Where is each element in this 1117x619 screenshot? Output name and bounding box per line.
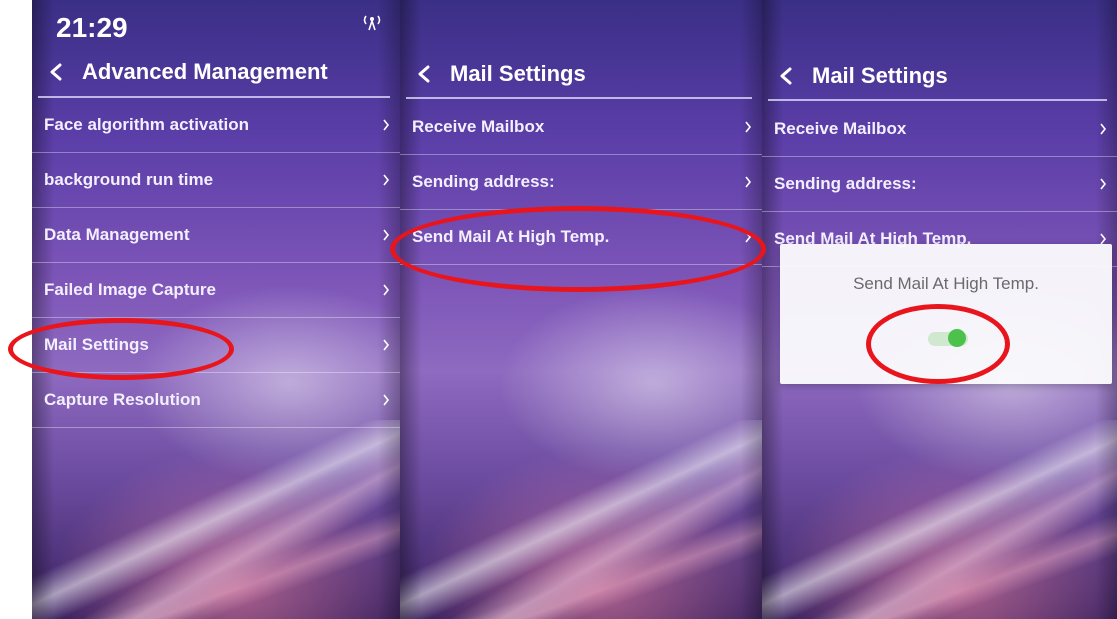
header: Advanced Management [32,52,400,92]
header-divider [406,97,752,99]
menu-list: Face algorithm activation background run… [32,98,400,428]
chevron-right-icon [1100,178,1107,190]
toggle-thumb [948,329,966,347]
menu-item-receive-mailbox[interactable]: Receive Mailbox [762,102,1117,157]
page-title: Mail Settings [812,63,948,88]
menu-item-label: Capture Resolution [44,390,201,409]
chevron-right-icon [1100,123,1107,135]
menu-item-label: Sending address: [774,174,917,193]
menu-item-background-run-time[interactable]: background run time [32,153,400,208]
page-title: Mail Settings [450,61,586,86]
chevron-right-icon [745,121,752,133]
send-mail-high-temp-toggle[interactable] [928,329,968,347]
tutorial-screenshot: 21:29 Advanced Management Face algorithm… [0,0,1117,619]
menu-item-label: Data Management [44,225,190,244]
menu-item-sending-address[interactable]: Sending address: [762,157,1117,212]
menu-item-label: Sending address: [412,172,555,191]
chevron-right-icon [383,229,390,241]
menu-item-sending-address[interactable]: Sending address: [400,155,762,210]
menu-list: Receive Mailbox Sending address: Send Ma… [762,102,1117,267]
dialog-title: Send Mail At High Temp. [853,274,1039,293]
mail-settings-dialog-screen: Mail Settings Receive Mailbox Sending ad… [762,0,1117,619]
chevron-right-icon [383,174,390,186]
chevron-right-icon [383,119,390,131]
menu-item-label: background run time [44,170,214,189]
chevron-right-icon [383,284,390,296]
menu-item-mail-settings[interactable]: Mail Settings [32,318,400,373]
mail-settings-screen: Mail Settings Receive Mailbox Sending ad… [400,0,762,619]
clock: 21:29 [56,12,128,43]
menu-list: Receive Mailbox Sending address: Send Ma… [400,100,762,265]
menu-item-label: Failed Image Capture [44,280,216,299]
header: Mail Settings [400,54,762,94]
back-arrow-icon[interactable] [776,65,798,87]
menu-item-capture-resolution[interactable]: Capture Resolution [32,373,400,428]
menu-item-label: Receive Mailbox [412,117,545,136]
advanced-management-screen: 21:29 Advanced Management Face algorithm… [32,0,400,619]
menu-item-receive-mailbox[interactable]: Receive Mailbox [400,100,762,155]
menu-item-send-mail-at-high-temp[interactable]: Send Mail At High Temp. [400,210,762,265]
signal-tower-icon [363,15,381,31]
status-bar: 21:29 [40,8,390,48]
send-mail-high-temp-dialog: Send Mail At High Temp. [780,244,1112,384]
menu-item-label: Face algorithm activation [44,115,249,134]
menu-item-label: Receive Mailbox [774,119,907,138]
header-divider [768,99,1107,101]
menu-item-data-management[interactable]: Data Management [32,208,400,263]
back-arrow-icon[interactable] [414,63,436,85]
chevron-right-icon [745,176,752,188]
menu-item-failed-image-capture[interactable]: Failed Image Capture [32,263,400,318]
chevron-right-icon [383,339,390,351]
chevron-right-icon [745,231,752,243]
chevron-right-icon [383,394,390,406]
header: Mail Settings [762,56,1117,96]
back-arrow-icon[interactable] [46,61,68,83]
page-title: Advanced Management [82,59,328,84]
menu-item-label: Send Mail At High Temp. [412,227,610,246]
menu-item-face-algorithm-activation[interactable]: Face algorithm activation [32,98,400,153]
menu-item-label: Mail Settings [44,335,149,354]
